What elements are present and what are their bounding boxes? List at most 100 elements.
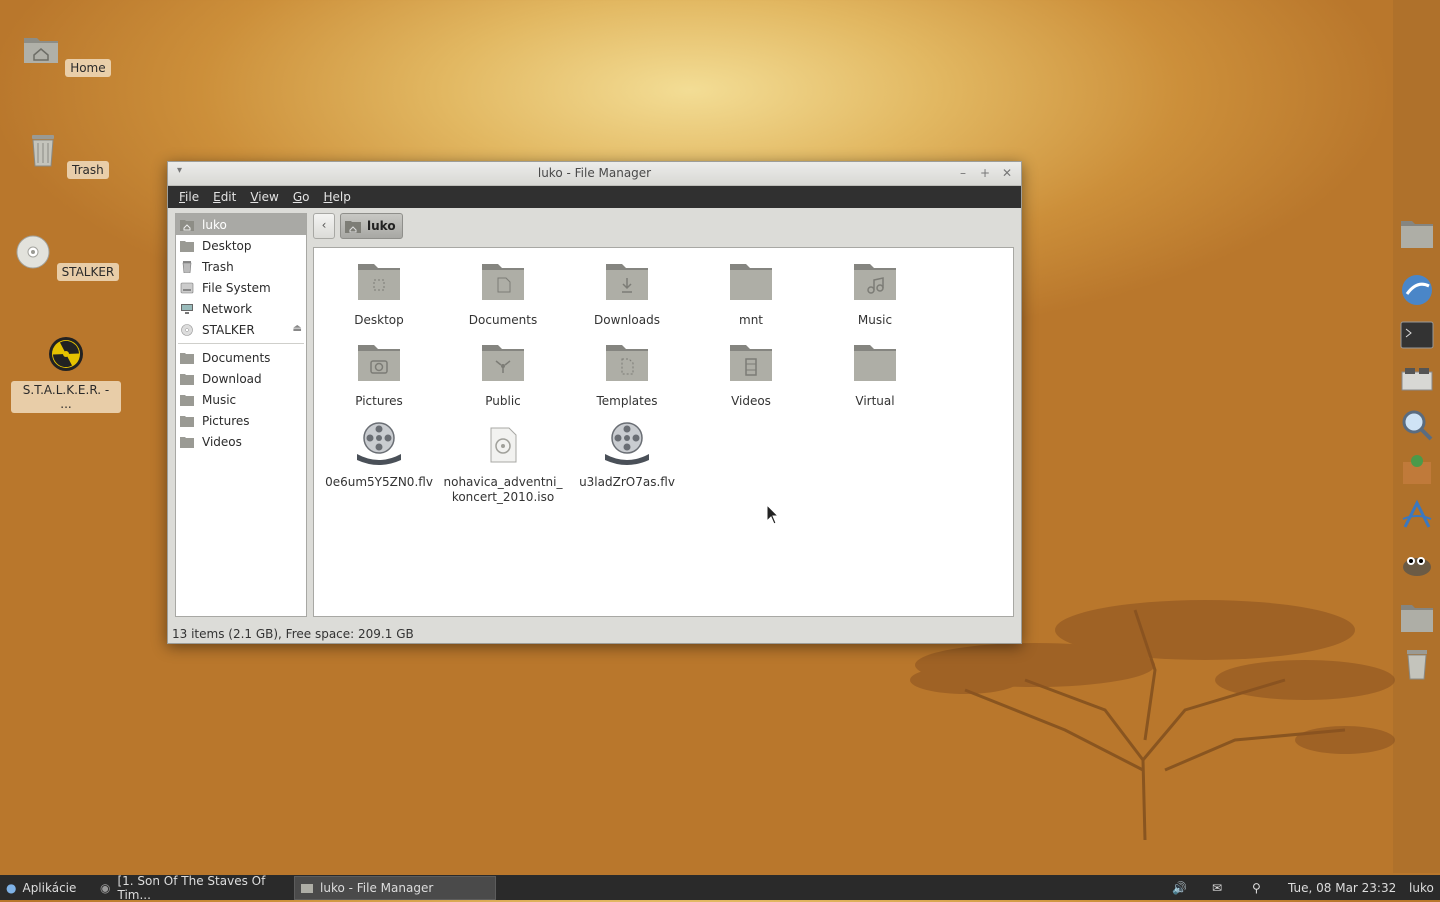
network-icon [181,303,193,314]
radiation-icon [49,337,83,371]
desktop-folder-icon[interactable] [1399,216,1435,252]
file-item[interactable]: 0e6um5Y5ZN0.flv [317,420,441,490]
pathbar: ‹ luko [313,213,403,239]
folder-icon [301,883,313,893]
file-item[interactable]: Music [813,258,937,328]
file-item[interactable]: Public [441,339,565,409]
network-status-icon[interactable]: ⚲ [1252,875,1261,900]
file-item[interactable]: Pictures [317,339,441,409]
sidebar-item-label: Documents [202,350,271,365]
sidebar-item-luko[interactable]: luko [176,214,306,235]
music-player-icon: ◉ [100,880,111,895]
menu-view[interactable]: View [243,190,285,204]
file-manager-window: ▾ luko - File Manager – + ✕ File Edit Vi… [167,161,1022,644]
sidebar-item-label: luko [202,217,227,232]
desktop-icon-stalker-disc[interactable]: STALKER [11,232,121,281]
user-menu[interactable]: luko [1409,875,1434,900]
browser-icon[interactable] [1399,272,1435,308]
file-item[interactable]: Virtual [813,339,937,409]
clock[interactable]: Tue, 08 Mar 23:32 [1288,875,1396,900]
window-titlebar[interactable]: ▾ luko - File Manager – + ✕ [168,162,1021,186]
sidebar-item-file-system[interactable]: File System [176,277,306,298]
folder-icon[interactable] [1399,600,1435,636]
status-bar: 13 items (2.1 GB), Free space: 209.1 GB [172,627,414,641]
search-icon[interactable] [1399,407,1435,443]
taskbar: ● Aplikácie ◉ [1. Son Of The Staves Of T… [0,873,1440,902]
desktop-icon-label: Home [65,59,111,77]
file-item[interactable]: Videos [689,339,813,409]
chevron-left-icon: ‹ [321,218,327,232]
taskbar-task-file-manager[interactable]: luko - File Manager [294,876,496,900]
desktop-folder-icon [180,240,194,252]
file-item[interactable]: Downloads [565,258,689,328]
maximize-icon[interactable]: + [977,165,993,181]
applications-menu-label: Aplikácie [22,880,77,895]
sidebar-item-videos[interactable]: Videos [176,431,306,452]
sidebar-item-trash[interactable]: Trash [176,256,306,277]
documents-folder-icon [482,264,524,300]
home-folder-icon [345,220,361,233]
downloads-folder-icon [606,264,648,300]
eject-icon[interactable]: ⏏ [293,323,302,334]
optical-disc-icon [16,235,50,269]
menubar: File Edit View Go Help [168,186,1021,208]
file-item[interactable]: Templates [565,339,689,409]
volume-icon[interactable]: 🔊 [1172,875,1187,900]
desktop-icon-stalker-game[interactable]: S.T.A.L.K.E.R. - ... [11,334,121,413]
minimize-icon[interactable]: – [955,165,971,181]
file-item[interactable]: Desktop [317,258,441,328]
file-item[interactable]: u3ladZrO7as.flv [565,420,689,490]
mail-icon[interactable]: ✉ [1212,875,1222,900]
sidebar-item-download[interactable]: Download [176,368,306,389]
file-item[interactable]: mnt [689,258,813,328]
downloads-folder-icon [180,373,194,385]
path-button-luko[interactable]: luko [340,213,403,239]
sidebar-item-label: File System [202,280,271,295]
desktop-icon-trash[interactable]: Trash [11,130,121,179]
sidebar: luko Desktop Trash File System Network S… [175,213,307,617]
sidebar-item-label: Desktop [202,238,252,253]
file-view[interactable]: Desktop Documents Downloads mnt Music Pi… [313,247,1014,617]
folder-icon [730,264,772,300]
path-button-label: luko [367,219,396,233]
videos-folder-icon [730,345,772,381]
gimp-icon[interactable] [1399,545,1435,581]
taskbar-task-music-player[interactable]: ◉ [1. Son Of The Staves Of Tim... [96,873,292,902]
inkscape-icon[interactable] [1399,497,1435,533]
task-label: [1. Son Of The Staves Of Tim... [117,873,266,902]
sidebar-item-label: Pictures [202,413,250,428]
sidebar-item-label: Trash [202,259,234,274]
trash-icon[interactable] [1399,646,1435,682]
file-item[interactable]: nohavica_adventni_koncert_2010.iso [441,420,565,505]
close-icon[interactable]: ✕ [999,165,1015,181]
sidebar-item-desktop[interactable]: Desktop [176,235,306,256]
desktop-icon-home[interactable]: Home [11,28,121,77]
sidebar-item-music[interactable]: Music [176,389,306,410]
desktop-icon-label: Trash [67,161,109,179]
file-manager-icon[interactable] [1399,362,1435,398]
sidebar-item-stalker[interactable]: STALKER ⏏ [176,319,306,340]
pictures-folder-icon [180,415,194,427]
music-folder-icon [180,394,194,406]
sidebar-item-pictures[interactable]: Pictures [176,410,306,431]
menu-help[interactable]: Help [316,190,357,204]
software-center-icon[interactable] [1399,452,1435,488]
sidebar-item-documents[interactable]: Documents [176,347,306,368]
disc-image-icon [490,427,517,463]
sidebar-item-label: STALKER [202,322,255,337]
distro-logo-icon: ● [6,880,17,895]
back-button[interactable]: ‹ [313,213,335,239]
applications-menu-button[interactable]: ● Aplikácie [6,875,76,900]
menu-file[interactable]: File [172,190,206,204]
desktop-folder-icon [358,264,400,300]
home-folder-icon [180,219,194,231]
file-item[interactable]: Documents [441,258,565,328]
sidebar-item-label: Music [202,392,237,407]
terminal-icon[interactable] [1399,317,1435,353]
home-folder-icon [24,38,59,63]
public-folder-icon [482,345,524,381]
menu-edit[interactable]: Edit [206,190,243,204]
menu-go[interactable]: Go [286,190,317,204]
sidebar-item-network[interactable]: Network [176,298,306,319]
window-title: luko - File Manager [537,166,652,180]
